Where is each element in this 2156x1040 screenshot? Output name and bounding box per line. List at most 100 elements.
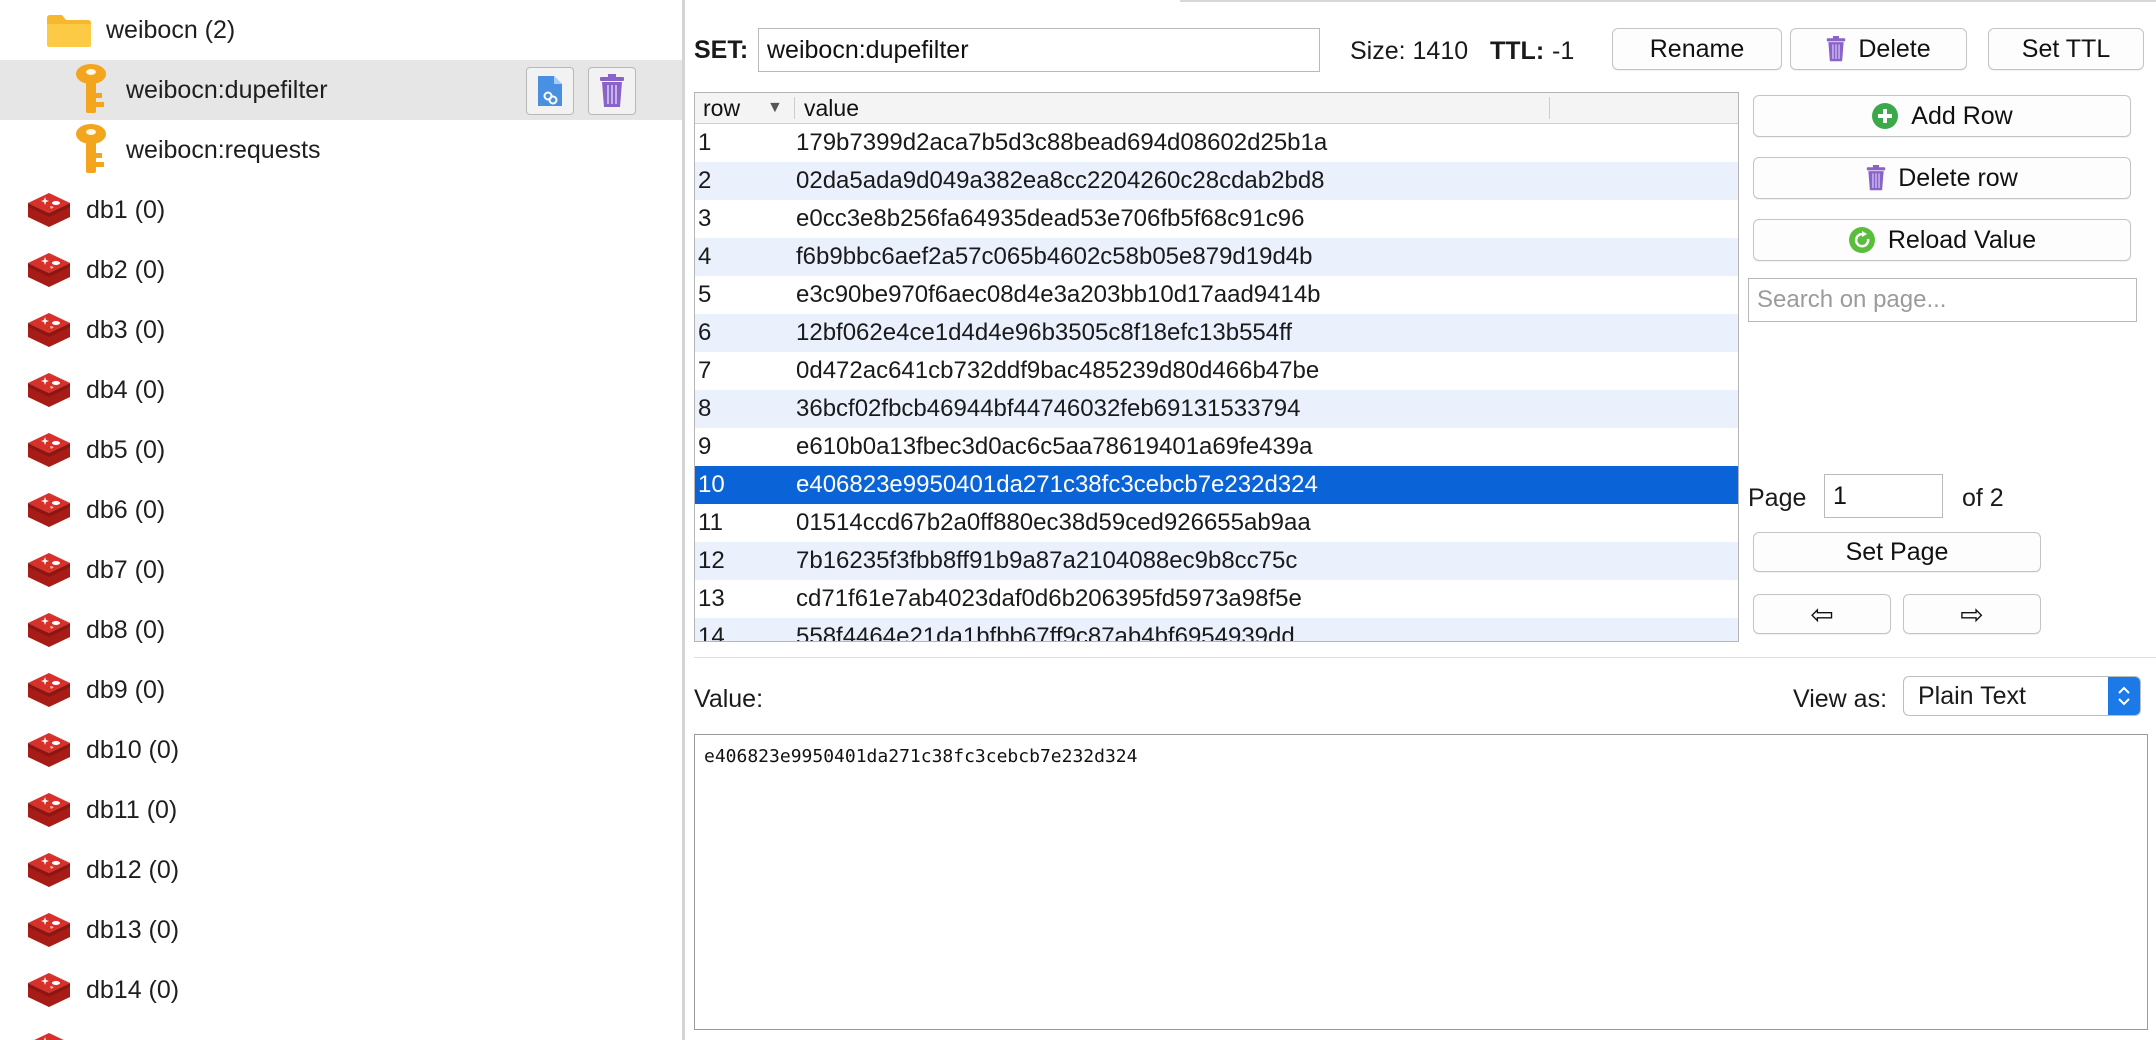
column-divider[interactable] bbox=[794, 97, 795, 119]
redis-db-icon bbox=[28, 493, 70, 527]
table-row[interactable]: 3 e0cc3e8b256fa64935dead53e706fb5f68c91c9… bbox=[695, 200, 1738, 238]
column-header-value[interactable]: value bbox=[804, 93, 859, 123]
key-type-label: SET: bbox=[694, 36, 749, 64]
redis-db-icon bbox=[28, 793, 70, 827]
tree-database-item[interactable]: db6 (0) bbox=[0, 480, 682, 540]
delete-row-button[interactable]: Delete row bbox=[1753, 157, 2131, 199]
key-name-field[interactable] bbox=[758, 28, 1320, 72]
tree-database-item[interactable]: db9 (0) bbox=[0, 660, 682, 720]
row-value-cell: e610b0a13fbec3d0ac6c5aa78619401a69fe439a bbox=[796, 433, 1313, 460]
tree-key-dupefilter[interactable]: weibocn:dupefilter bbox=[0, 60, 682, 120]
row-value-cell: f6b9bbc6aef2a57c065b4602c58b05e879d19d4b bbox=[796, 243, 1313, 270]
column-header-row[interactable]: row bbox=[703, 93, 740, 123]
key-icon bbox=[76, 64, 106, 113]
tree-database-label: db6 (0) bbox=[86, 495, 166, 524]
tree-database-item[interactable]: db8 (0) bbox=[0, 600, 682, 660]
rename-button[interactable]: Rename bbox=[1612, 28, 1782, 70]
set-page-label: Set Page bbox=[1845, 537, 1949, 566]
tree-database-item[interactable]: db10 (0) bbox=[0, 720, 682, 780]
redis-db-icon bbox=[28, 853, 70, 887]
view-as-label: View as: bbox=[1793, 685, 1888, 713]
set-ttl-button[interactable]: Set TTL bbox=[1988, 28, 2144, 70]
table-row[interactable]: 9 e610b0a13fbec3d0ac6c5aa78619401a69fe439… bbox=[695, 428, 1738, 466]
key-size-text: Size: 1410 bbox=[1350, 37, 1469, 65]
tree-database-label: db4 (0) bbox=[86, 375, 166, 404]
table-header: row ▼ value bbox=[695, 93, 1738, 124]
tree-database-label: db14 (0) bbox=[86, 975, 180, 1004]
redis-db-icon bbox=[28, 913, 70, 947]
row-value-cell: 12bf062e4ce1d4d4e96b3505c8f18efc13b554ff bbox=[796, 319, 1293, 346]
table-row[interactable]: 10 e406823e9950401da271c38fc3cebcb7e232d3… bbox=[695, 466, 1738, 504]
row-number-cell: 5 bbox=[698, 281, 712, 308]
tree-database-label: db11 (0) bbox=[86, 795, 178, 824]
row-number-cell: 6 bbox=[698, 319, 712, 346]
tree-database-item[interactable]: db3 (0) bbox=[0, 300, 682, 360]
copy-key-button[interactable] bbox=[526, 67, 574, 115]
set-page-button[interactable]: Set Page bbox=[1753, 532, 2041, 572]
tree-database-item-partial[interactable] bbox=[0, 1020, 682, 1040]
table-row[interactable]: 11 01514ccd67b2a0ff880ec38d59ced926655ab9… bbox=[695, 504, 1738, 542]
row-value-cell: 7b16235f3fbb8ff91b9a87a2104088ec9b8cc75c bbox=[796, 547, 1298, 574]
previous-page-button[interactable]: ⇦ bbox=[1753, 594, 1891, 634]
row-value-cell: 179b7399d2aca7b5d3c88bead694d08602d25b1a bbox=[796, 129, 1328, 156]
table-row[interactable]: 6 12bf062e4ce1d4d4e96b3505c8f18efc13b554f… bbox=[695, 314, 1738, 352]
row-value-cell: e406823e9950401da271c38fc3cebcb7e232d324 bbox=[796, 471, 1318, 498]
table-row[interactable]: 1 179b7399d2aca7b5d3c88bead694d08602d25b1… bbox=[695, 124, 1738, 162]
row-value-cell: e0cc3e8b256fa64935dead53e706fb5f68c91c96 bbox=[796, 205, 1305, 232]
ttl-value: -1 bbox=[1552, 37, 1575, 65]
tree-database-item[interactable]: db7 (0) bbox=[0, 540, 682, 600]
page-number-input[interactable] bbox=[1824, 474, 1943, 518]
tree-database-item[interactable]: db13 (0) bbox=[0, 900, 682, 960]
row-number-cell: 8 bbox=[698, 395, 712, 422]
table-row[interactable]: 12 7b16235f3fbb8ff91b9a87a2104088ec9b8cc7… bbox=[695, 542, 1738, 580]
table-row[interactable]: 2 02da5ada9d049a382ea8cc2204260c28cdab2bd… bbox=[695, 162, 1738, 200]
redis-db-icon bbox=[28, 553, 70, 587]
arrow-right-icon: ⇨ bbox=[1960, 598, 1984, 630]
redis-db-icon bbox=[28, 253, 70, 287]
add-row-button[interactable]: Add Row bbox=[1753, 95, 2131, 137]
rename-button-label: Rename bbox=[1649, 34, 1745, 63]
trash-icon bbox=[1867, 165, 1886, 191]
row-value-cell: cd71f61e7ab4023daf0d6b206395fd5973a98f5e bbox=[796, 585, 1302, 612]
row-number-cell: 14 bbox=[698, 623, 725, 642]
redis-db-icon bbox=[28, 433, 70, 467]
tree-database-label: db5 (0) bbox=[86, 435, 166, 464]
tree-database-item[interactable]: db4 (0) bbox=[0, 360, 682, 420]
tree-database-item[interactable]: db11 (0) bbox=[0, 780, 682, 840]
table-row[interactable]: 4 f6b9bbc6aef2a57c065b4602c58b05e879d19d4… bbox=[695, 238, 1738, 276]
tree-database-item[interactable]: db14 (0) bbox=[0, 960, 682, 1020]
table-row[interactable]: 8 36bcf02fbcb46944bf44746032feb6913153379… bbox=[695, 390, 1738, 428]
tree-database-item[interactable]: db2 (0) bbox=[0, 240, 682, 300]
tree-database-label: db7 (0) bbox=[86, 555, 166, 584]
key-icon bbox=[76, 124, 106, 173]
sort-desc-icon[interactable]: ▼ bbox=[767, 93, 783, 123]
tree-folder-weibocn[interactable]: weibocn (2) bbox=[0, 0, 682, 60]
column-divider[interactable] bbox=[1549, 97, 1550, 119]
folder-icon bbox=[47, 15, 91, 47]
view-as-select[interactable]: Plain Text bbox=[1903, 676, 2141, 716]
tree-database-label: db10 (0) bbox=[86, 735, 180, 764]
table-row[interactable]: 7 0d472ac641cb732ddf9bac485239d80d466b47b… bbox=[695, 352, 1738, 390]
value-table[interactable]: row ▼ value 1 179b7399d2aca7b5d3c88bead69… bbox=[694, 92, 1739, 642]
reload-value-button[interactable]: Reload Value bbox=[1753, 219, 2131, 261]
trash-icon bbox=[1827, 36, 1846, 62]
delete-key-header-button[interactable]: Delete bbox=[1790, 28, 1967, 70]
tree-database-label: db12 (0) bbox=[86, 855, 180, 884]
tree-key-requests[interactable]: weibocn:requests bbox=[0, 120, 682, 180]
select-arrows-icon bbox=[2108, 677, 2140, 715]
table-row[interactable]: 5 e3c90be970f6aec08d4e3a203bb10d17aad9414… bbox=[695, 276, 1738, 314]
redis-db-icon bbox=[28, 313, 70, 347]
row-number-cell: 3 bbox=[698, 205, 712, 232]
tree-database-item[interactable]: db12 (0) bbox=[0, 840, 682, 900]
panel-splitter[interactable] bbox=[682, 0, 685, 1040]
value-editor[interactable]: e406823e9950401da271c38fc3cebcb7e232d324 bbox=[694, 734, 2148, 1030]
search-on-page-input[interactable] bbox=[1748, 278, 2137, 322]
table-row[interactable]: 13 cd71f61e7ab4023daf0d6b206395fd5973a98f… bbox=[695, 580, 1738, 618]
table-row[interactable]: 14 558f4464e21da1bfbb67ff9c87ab4bf6954939… bbox=[695, 618, 1738, 642]
tree-database-item[interactable]: db1 (0) bbox=[0, 180, 682, 240]
trash-icon bbox=[600, 74, 624, 107]
delete-key-button[interactable] bbox=[588, 67, 636, 115]
next-page-button[interactable]: ⇨ bbox=[1903, 594, 2041, 634]
row-number-cell: 7 bbox=[698, 357, 712, 384]
tree-database-item[interactable]: db5 (0) bbox=[0, 420, 682, 480]
